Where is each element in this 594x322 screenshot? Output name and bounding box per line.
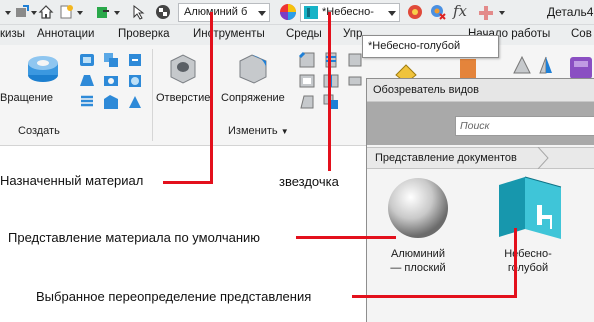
panel-divider — [152, 49, 153, 141]
revolve-label: Вращение — [0, 92, 53, 104]
sweep-icon[interactable] — [78, 51, 96, 69]
callout-line — [514, 228, 517, 298]
callout-asterisk: звездочка — [279, 174, 339, 189]
tab-collaborate[interactable]: Сов — [571, 28, 592, 40]
quick-access-toolbar: Алюминий б *Небесно- fx Деталь4 — [0, 0, 594, 25]
thicken-icon[interactable] — [346, 72, 364, 90]
revolve-icon — [28, 56, 58, 82]
material-combo-value: Алюминий б — [184, 6, 248, 18]
emboss-icon[interactable] — [102, 72, 120, 90]
hole-button[interactable]: Отверстие — [156, 51, 216, 111]
breadcrumb: Представление документов — [367, 147, 594, 169]
fillet-button[interactable]: Сопряжение — [221, 51, 291, 111]
chevron-down-icon[interactable] — [31, 11, 37, 15]
clear-appearance-icon[interactable] — [429, 3, 447, 21]
revolve-button[interactable]: Вращение — [0, 51, 74, 111]
tab-environments[interactable]: Среды — [286, 28, 322, 40]
rib-icon[interactable] — [102, 51, 120, 69]
coil-icon[interactable] — [78, 93, 96, 111]
color-wheel-icon[interactable] — [279, 3, 297, 21]
tab-sketch[interactable]: кизы — [0, 28, 25, 40]
chevron-down-icon[interactable]: ▼ — [281, 127, 289, 136]
search-input[interactable]: Поиск — [455, 116, 594, 136]
breadcrumb-arrow-icon — [537, 147, 549, 169]
hole-label: Отверстие — [156, 92, 211, 104]
pattern-icon[interactable] — [512, 55, 532, 75]
callout-line — [352, 295, 517, 298]
new-file-icon[interactable] — [58, 4, 74, 20]
appearance-combo[interactable]: *Небесно- — [300, 3, 400, 22]
plus-icon[interactable] — [478, 5, 494, 21]
sphere-swatch-icon — [388, 178, 448, 238]
swatch-label: Небесно- голубой — [504, 248, 552, 274]
mirror-icon[interactable] — [536, 55, 556, 75]
draft-icon[interactable] — [298, 93, 316, 111]
breadcrumb-item[interactable]: Представление документов — [375, 152, 517, 164]
chevron-down-icon[interactable] — [5, 11, 11, 15]
chevron-down-icon[interactable] — [258, 11, 266, 16]
chevron-down-icon[interactable] — [388, 11, 396, 16]
modify-panel-title: Изменить — [228, 125, 278, 137]
chevron-down-icon[interactable] — [77, 11, 83, 15]
callout-line — [296, 236, 396, 239]
tab-annotations[interactable]: Аннотации — [37, 28, 94, 40]
callout-default-appearance: Представление материала по умолчанию — [8, 230, 261, 245]
import-icon[interactable] — [126, 51, 144, 69]
convert-icon[interactable] — [568, 53, 594, 81]
return-icon[interactable] — [95, 4, 111, 20]
loft-icon[interactable] — [78, 72, 96, 90]
tab-inspect[interactable]: Проверка — [118, 28, 170, 40]
derive-icon[interactable] — [102, 93, 120, 111]
home-icon[interactable] — [38, 4, 54, 20]
hole-icon — [170, 54, 196, 84]
function-icon[interactable]: fx — [453, 2, 467, 20]
fillet-label: Сопряжение — [221, 92, 285, 104]
callout-line — [163, 181, 212, 184]
thread-icon[interactable] — [322, 51, 340, 69]
chevron-down-icon[interactable] — [114, 11, 120, 15]
modify-panel-label: Изменить ▼ — [228, 125, 289, 137]
appearance-swatch-sky-blue[interactable]: Небесно- голубой — [491, 173, 571, 283]
search-placeholder: Поиск — [460, 120, 490, 132]
callout-line — [210, 12, 213, 184]
split-icon[interactable] — [322, 72, 340, 90]
callout-override: Выбранное переопределение представления — [36, 289, 312, 304]
appearance-tooltip: *Небесно-голубой — [362, 35, 499, 58]
unwrap-icon[interactable] — [126, 93, 144, 111]
combine-icon[interactable] — [322, 93, 340, 111]
create-panel-label: Создать — [18, 125, 60, 137]
fillet-icon — [239, 54, 267, 84]
swatch-label: Алюминий — плоский — [390, 248, 446, 274]
callout-assigned-material: Назначенный материал — [0, 173, 144, 188]
material-combo[interactable]: Алюминий б — [178, 3, 270, 22]
adjust-appearance-icon[interactable] — [406, 3, 424, 21]
document-title: Деталь4 — [547, 5, 594, 19]
ribbon-tabs: кизы Аннотации Проверка Инструменты Сред… — [0, 25, 594, 45]
tab-manage[interactable]: Упр — [343, 28, 362, 40]
update-icon[interactable] — [14, 4, 30, 20]
callout-line — [328, 12, 331, 171]
chevron-down-icon[interactable] — [499, 11, 505, 15]
appearance-swatch-icon — [304, 6, 318, 19]
patch-icon[interactable] — [126, 72, 144, 90]
views-browser-window: Обозреватель видов Поиск Представление д… — [366, 78, 594, 322]
checker-icon[interactable] — [155, 4, 171, 20]
chamfer-icon[interactable] — [298, 51, 316, 69]
views-browser-title: Обозреватель видов — [367, 79, 594, 102]
room-swatch-icon — [499, 176, 562, 239]
select-icon[interactable] — [131, 4, 147, 20]
tab-tools[interactable]: Инструменты — [193, 28, 265, 40]
appearance-swatch-aluminum[interactable]: Алюминий — плоский — [373, 173, 453, 283]
shell-icon[interactable] — [298, 72, 316, 90]
